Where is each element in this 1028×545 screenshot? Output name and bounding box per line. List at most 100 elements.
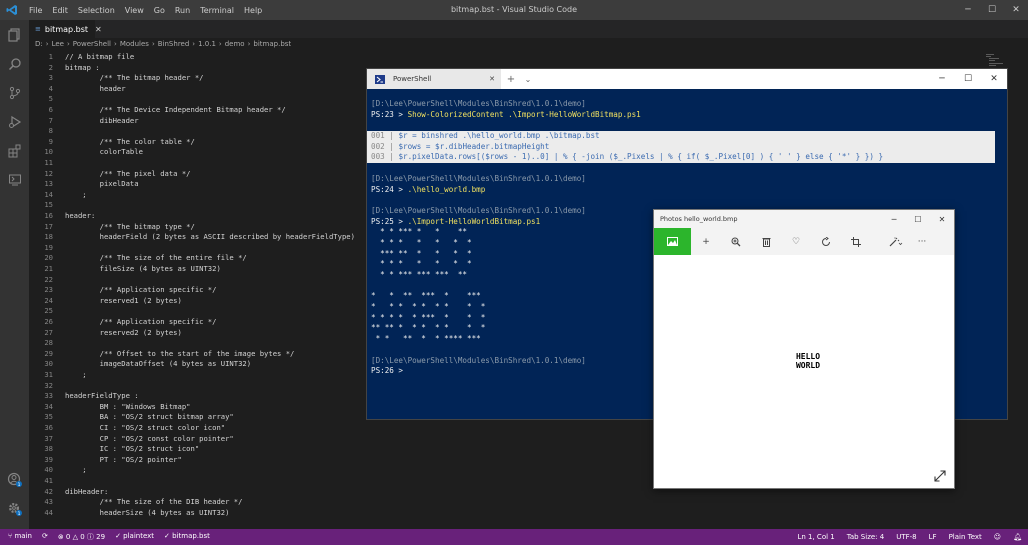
script-line-text: $r = binshred .\hello_world.bmp .\bitmap… xyxy=(398,131,600,141)
terminal-line: [D:\Lee\PowerShell\Modules\BinShred\1.0.… xyxy=(371,174,1005,185)
favorite-heart-icon[interactable]: ♡ xyxy=(781,228,811,255)
terminal-line: 001 | $r = binshred .\hello_world.bmp .\… xyxy=(367,131,995,142)
hello-world-image: HELLO WORLD xyxy=(778,352,838,374)
language-mode[interactable]: Plain Text xyxy=(949,533,982,541)
line-number: 19 xyxy=(44,242,53,252)
breadcrumb-separator: › xyxy=(218,40,222,48)
line-number: 18 xyxy=(44,232,53,242)
tab-size[interactable]: Tab Size: 4 xyxy=(847,533,884,541)
line-number: 40 xyxy=(44,465,53,475)
minimize-icon[interactable]: ─ xyxy=(956,0,980,20)
explorer-icon[interactable] xyxy=(0,20,29,49)
more-options-icon[interactable]: ··· xyxy=(909,228,935,255)
status-item-file[interactable]: ✓ bitmap.bst xyxy=(164,532,210,542)
end-of-line[interactable]: LF xyxy=(929,533,937,541)
breadcrumb-item[interactable]: BinShred xyxy=(158,40,190,48)
menu-item-go[interactable]: Go xyxy=(149,6,170,15)
search-icon[interactable] xyxy=(0,49,29,78)
expand-icon[interactable] xyxy=(934,470,946,482)
line-number: 22 xyxy=(44,274,53,284)
script-line-number: 003 | xyxy=(371,152,399,162)
line-text: bitmap : xyxy=(65,62,100,72)
line-number: 13 xyxy=(44,179,53,189)
zoom-icon[interactable] xyxy=(721,228,751,255)
line-text: headerSize (4 bytes as UINT32) xyxy=(65,507,230,517)
sync-icon[interactable]: ⟳ xyxy=(42,532,48,542)
terminal-line: 003 | $r.pixelData.rows[($rows - 1)..0] … xyxy=(367,152,995,164)
rotate-icon[interactable] xyxy=(811,228,841,255)
terminal-output-line: * * * * * * * xyxy=(371,259,472,269)
line-text: ; xyxy=(65,370,87,379)
add-to-icon[interactable]: + xyxy=(691,228,721,255)
line-text: /** Application specific */ xyxy=(65,317,217,326)
manage-gear-icon[interactable]: 1 xyxy=(0,494,29,523)
line-number: 29 xyxy=(44,348,53,358)
extensions-icon[interactable] xyxy=(0,136,29,165)
new-tab-icon[interactable]: + xyxy=(501,74,521,85)
encoding[interactable]: UTF-8 xyxy=(896,533,916,541)
status-item-plaintext[interactable]: ✓ plaintext xyxy=(115,532,154,542)
breadcrumb-item[interactable]: D: xyxy=(35,40,43,48)
close-icon[interactable]: ✕ xyxy=(1004,0,1028,20)
breadcrumb-item[interactable]: demo xyxy=(225,40,245,48)
line-number: 37 xyxy=(44,433,53,443)
breadcrumb-item[interactable]: Lee xyxy=(52,40,64,48)
photos-title: Photos hello_world.bmp xyxy=(660,215,738,223)
breadcrumb-item[interactable]: 1.0.1 xyxy=(198,40,216,48)
terminal-line: 002 | $rows = $r.dibHeader.bitmapHeight xyxy=(367,141,995,153)
maximize-icon[interactable]: ☐ xyxy=(980,0,1004,20)
code-line[interactable]: 44 headerSize (4 bytes as UINT32) xyxy=(29,508,1028,519)
tab-bitmap-bst[interactable]: ≡ bitmap.bst ✕ xyxy=(29,20,102,38)
breadcrumb-item[interactable]: PowerShell xyxy=(73,40,111,48)
terminal-tab-close-icon[interactable]: ✕ xyxy=(489,75,495,83)
source-control-icon[interactable] xyxy=(0,78,29,107)
breadcrumb-separator: › xyxy=(114,40,117,48)
line-number: 25 xyxy=(44,306,53,316)
see-all-photos-icon[interactable] xyxy=(654,228,691,255)
activity-bar: 1 1 xyxy=(0,20,29,529)
menu-item-terminal[interactable]: Terminal xyxy=(195,6,239,15)
line-text: IC : "OS/2 struct icon" xyxy=(65,444,200,454)
crop-icon[interactable] xyxy=(841,228,871,255)
terminal-close-icon[interactable]: ✕ xyxy=(981,69,1007,89)
script-line-text: $r.pixelData.rows[($rows - 1)..0] | % { … xyxy=(398,152,884,162)
breadcrumb-item[interactable]: bitmap.bst xyxy=(253,40,291,48)
terminal-minimize-icon[interactable]: ─ xyxy=(929,69,955,89)
menu-item-help[interactable]: Help xyxy=(239,6,267,15)
line-number: 20 xyxy=(44,253,53,263)
breadcrumb-separator: › xyxy=(247,40,251,48)
breadcrumb-separator: › xyxy=(45,40,49,48)
breadcrumb-item[interactable]: Modules xyxy=(120,40,149,48)
terminal-line: [D:\Lee\PowerShell\Modules\BinShred\1.0.… xyxy=(371,99,1005,110)
problems-status[interactable]: ⊗ 0 △ 0 ⓘ 29 xyxy=(58,532,105,542)
run-debug-icon[interactable] xyxy=(0,107,29,136)
line-number: 16 xyxy=(44,211,53,220)
photos-maximize-icon[interactable]: ☐ xyxy=(906,210,930,228)
menu-item-file[interactable]: File xyxy=(24,6,47,15)
notifications-bell-icon[interactable]: 🔔︎ xyxy=(1013,533,1022,541)
terminal-maximize-icon[interactable]: ☐ xyxy=(955,69,981,89)
delete-icon[interactable] xyxy=(751,228,781,255)
edit-create-icon[interactable] xyxy=(883,228,909,255)
line-text: CI : "OS/2 struct color icon" xyxy=(65,423,226,432)
remote-explorer-icon[interactable] xyxy=(0,165,29,194)
accounts-icon[interactable]: 1 xyxy=(0,465,29,494)
branch-status[interactable]: ⑂ main xyxy=(8,532,32,542)
menu-item-view[interactable]: View xyxy=(120,6,149,15)
tab-close-icon[interactable]: ✕ xyxy=(95,25,102,34)
image-line-2: WORLD xyxy=(795,361,821,370)
cursor-position[interactable]: Ln 1, Col 1 xyxy=(797,533,834,541)
terminal-command: .\Import-HelloWorldBitmap.ps1 xyxy=(407,216,541,226)
menu-item-run[interactable]: Run xyxy=(170,6,195,15)
feedback-icon[interactable]: ☺ xyxy=(994,533,1001,541)
photos-minimize-icon[interactable]: ─ xyxy=(882,210,906,228)
menu-item-selection[interactable]: Selection xyxy=(73,6,120,15)
photos-close-icon[interactable]: ✕ xyxy=(930,210,954,228)
menu-item-edit[interactable]: Edit xyxy=(47,6,73,15)
line-text: colorTable xyxy=(65,147,143,157)
line-text: pixelData xyxy=(65,179,139,189)
code-line[interactable]: 1 // A bitmap file xyxy=(29,52,1028,63)
tab-powershell[interactable]: PowerShell ✕ xyxy=(367,69,501,89)
chevron-down-icon[interactable]: ⌄ xyxy=(521,75,535,84)
code-line[interactable]: 43 /** The size of the DIB header */ xyxy=(29,497,1028,508)
